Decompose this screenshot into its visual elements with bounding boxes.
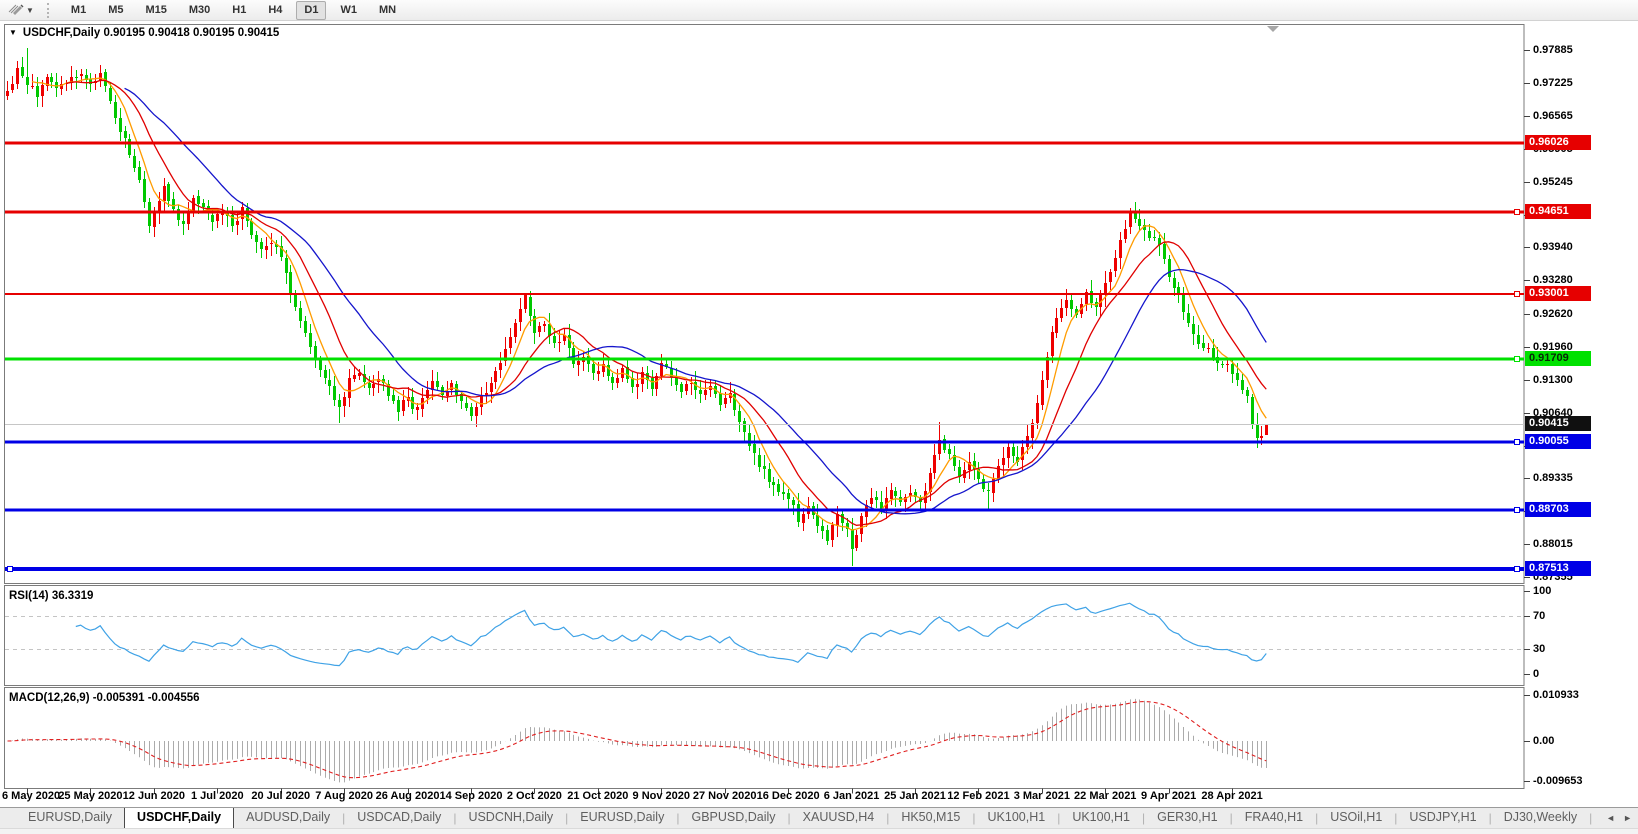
chart-tab-uk100-h1[interactable]: UK100,H1 xyxy=(976,808,1058,828)
chart-tab-bar: EURUSD,Daily USDCHF,Daily AUDUSD,Daily | USD… xyxy=(0,807,1638,828)
rsi-axis-tick: 70 xyxy=(1533,609,1546,622)
chart-tab-dj30-weekly[interactable]: DJ30,Weekly xyxy=(1492,808,1589,828)
timeframe-button-m5[interactable]: M5 xyxy=(100,1,131,20)
chart-title: ▼ USDCHF,Daily 0.90195 0.90418 0.90195 0.… xyxy=(9,27,280,39)
rsi-axis-tick: 100 xyxy=(1533,585,1552,597)
price-line-badge: 0.91709 xyxy=(1525,351,1591,367)
chart-tab-fra40-h1[interactable]: FRA40,H1 xyxy=(1233,808,1315,828)
chart-toolbar: ▼ M1 M5 M15 M30 H1 H4 D1 W1 MN xyxy=(0,0,1638,21)
chevron-down-icon: ▼ xyxy=(26,5,34,15)
timeframe-button-d1[interactable]: D1 xyxy=(296,0,327,20)
macd-axis-tick: 0.00 xyxy=(1533,735,1555,747)
price-line-badge: 0.87513 xyxy=(1525,561,1591,577)
tab-scroll-controls: ◄ ► xyxy=(1592,808,1638,828)
timeframe-button-m15[interactable]: M15 xyxy=(137,1,174,20)
chart-tab-audusd-daily[interactable]: AUDUSD,Daily xyxy=(234,808,342,828)
chart-tab-usoil-h1[interactable]: USOil,H1 xyxy=(1318,808,1394,828)
timeframe-button-h1[interactable]: H1 xyxy=(224,1,254,20)
chart-tab-eurusd-daily[interactable]: EURUSD,Daily xyxy=(16,808,124,828)
triangle-down-icon[interactable]: ▼ xyxy=(9,28,17,37)
price-line-badge: 0.94651 xyxy=(1525,203,1591,219)
chart-tab-uk100-h1[interactable]: UK100,H1 xyxy=(1060,808,1142,828)
chart-tab-usdcnh-daily[interactable]: USDCNH,Daily xyxy=(456,808,565,828)
toolbar-grip-handle[interactable] xyxy=(46,2,52,18)
timeframe-button-m30[interactable]: M30 xyxy=(181,1,218,20)
trading-terminal-window: ▼ M1 M5 M15 M30 H1 H4 D1 W1 MN ▼ USDCHF,Daily 0.9… xyxy=(0,0,1638,834)
macd-indicator-label: MACD(12,26,9) -0.005391 -0.004556 xyxy=(9,692,200,704)
price-axis-tick: 0.91300 xyxy=(1533,373,1573,386)
price-axis-tick: 0.95245 xyxy=(1533,176,1573,189)
tab-scroll-right-icon[interactable]: ► xyxy=(1623,813,1632,823)
chart-tab-usdchf-daily[interactable]: USDCHF,Daily xyxy=(124,808,235,828)
pencil-icon xyxy=(7,0,24,20)
rsi-indicator-label: RSI(14) 36.3319 xyxy=(9,590,94,602)
chart-tab-xauusd-h4[interactable]: XAUUSD,H4 xyxy=(791,808,887,828)
timeframe-button-h4[interactable]: H4 xyxy=(260,1,290,20)
chart-tab-eurusd-daily[interactable]: EURUSD,Daily xyxy=(568,808,676,828)
status-strip xyxy=(0,828,1638,834)
price-axis-tick: 0.97225 xyxy=(1533,77,1573,90)
tab-scroll-left-icon[interactable]: ◄ xyxy=(1606,813,1615,823)
timeframe-button-w1[interactable]: W1 xyxy=(332,1,365,20)
timeframe-button-mn[interactable]: MN xyxy=(371,1,404,20)
macd-axis-tick: 0.010933 xyxy=(1533,689,1579,702)
price-line-badge: 0.88703 xyxy=(1525,501,1591,517)
price-line-badge: 0.93001 xyxy=(1525,286,1591,302)
rsi-axis-tick: 30 xyxy=(1533,643,1546,656)
draw-tools-button[interactable]: ▼ xyxy=(4,1,37,20)
chart-tab-gbpusd-daily[interactable]: GBPUSD,Daily xyxy=(679,808,787,828)
price-axis-tick: 0.93280 xyxy=(1533,274,1573,287)
price-axis-tick: 0.89335 xyxy=(1533,471,1573,484)
chart-tab-ger30-h1[interactable]: GER30,H1 xyxy=(1145,808,1229,828)
timeframe-bar: M1 M5 M15 M30 H1 H4 D1 W1 MN xyxy=(60,0,407,20)
chart-tab-usdjpy-h1[interactable]: USDJPY,H1 xyxy=(1397,808,1488,828)
price-line-badge: 0.90055 xyxy=(1525,433,1591,449)
macd-axis-tick: -0.009653 xyxy=(1533,775,1583,788)
price-axis-tick: 0.93940 xyxy=(1533,241,1573,254)
rsi-axis-tick: 0 xyxy=(1533,668,1540,680)
timeframe-button-m1[interactable]: M1 xyxy=(63,1,94,20)
price-axis-tick: 0.88015 xyxy=(1533,537,1573,550)
date-axis-label[interactable]: 28 Apr 2021 xyxy=(1190,790,1274,802)
current-price-badge: 0.90415 xyxy=(1525,415,1591,431)
price-line-badge: 0.96026 xyxy=(1525,135,1591,151)
price-axis-tick: 0.97885 xyxy=(1533,44,1573,56)
chart-tab-hk50-m15[interactable]: HK50,M15 xyxy=(889,808,972,828)
chart-overlay-labels: ▼ USDCHF,Daily 0.90195 0.90418 0.90195 0.… xyxy=(0,0,1638,834)
price-axis-tick: 0.92620 xyxy=(1533,307,1573,320)
chart-tab-usdcad-daily[interactable]: USDCAD,Daily xyxy=(345,808,453,828)
price-axis-tick: 0.96565 xyxy=(1533,110,1573,123)
